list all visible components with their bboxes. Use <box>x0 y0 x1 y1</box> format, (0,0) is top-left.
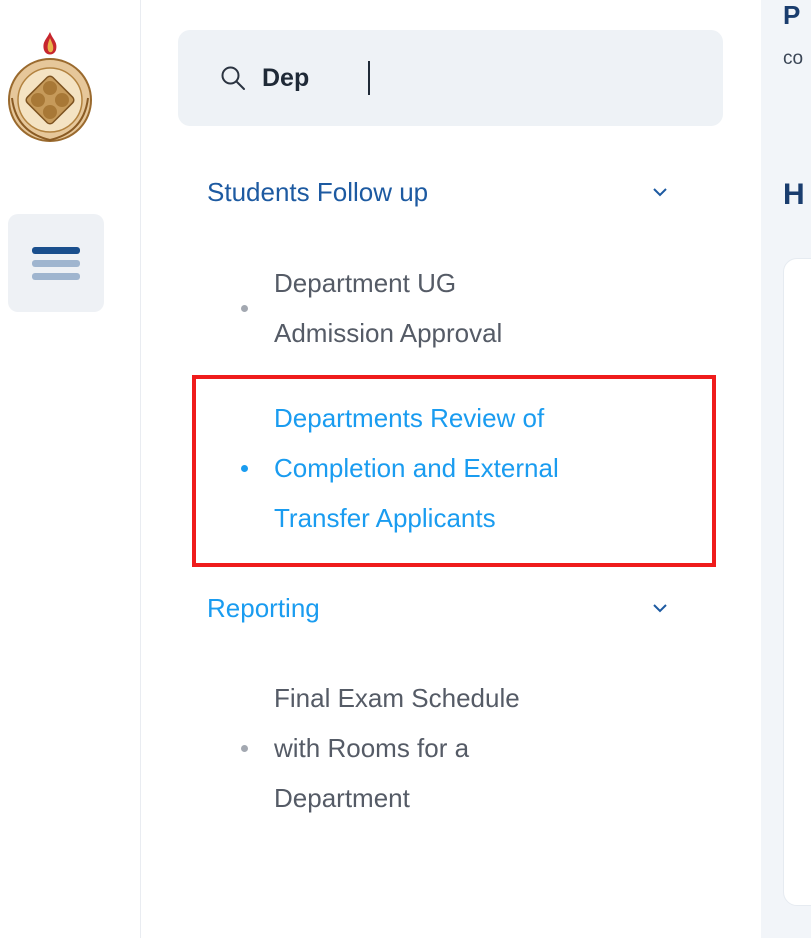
nav-item-label-line: with Rooms for a <box>274 733 470 763</box>
nav-item-departments-review-completion-transfer[interactable]: Departments Review of Completion and Ext… <box>241 393 661 543</box>
page-subtitle-fragment: co <box>783 48 804 69</box>
nav-item-label-line: Transfer Applicants <box>274 503 496 533</box>
nav-item-label-line: Department <box>274 783 410 813</box>
nav-group-label: Students Follow up <box>207 176 429 207</box>
nav-group-label: Reporting <box>207 592 320 623</box>
icon-rail <box>0 0 141 938</box>
bullet-icon <box>241 304 248 312</box>
nav-item-label-line: Final Exam Schedule <box>274 683 520 713</box>
bullet-icon <box>241 744 248 752</box>
search-icon <box>220 65 246 91</box>
search-box[interactable] <box>178 30 723 126</box>
text-cursor <box>368 61 370 95</box>
nav-item-label-line: Departments Review of <box>274 403 545 433</box>
content-card <box>783 258 811 906</box>
page-title-fragment: P <box>783 0 801 30</box>
bullet-icon <box>241 464 248 472</box>
section-heading-fragment: H <box>783 178 805 211</box>
nav-group-students-follow-up[interactable]: Students Follow up <box>207 170 677 214</box>
chevron-down-icon[interactable] <box>651 602 669 614</box>
chevron-down-icon[interactable] <box>651 186 669 198</box>
hamburger-menu-icon <box>32 246 80 280</box>
nav-item-label-line: Department UG <box>274 268 457 298</box>
nav-item-department-ug-admission-approval[interactable]: Department UG Admission Approval <box>241 258 661 358</box>
nav-item-final-exam-schedule[interactable]: Final Exam Schedule with Rooms for a Dep… <box>241 673 661 823</box>
nav-item-label-line: Admission Approval <box>274 318 503 348</box>
main-content: P co H <box>761 0 811 938</box>
hamburger-menu-button[interactable] <box>8 214 104 312</box>
search-input[interactable] <box>260 62 684 94</box>
nav-item-label-line: Completion and External <box>274 453 559 483</box>
navigation-panel: Students Follow up Department UG Admissi… <box>141 0 761 938</box>
university-logo[interactable] <box>6 28 94 144</box>
nav-group-reporting[interactable]: Reporting <box>207 586 677 630</box>
